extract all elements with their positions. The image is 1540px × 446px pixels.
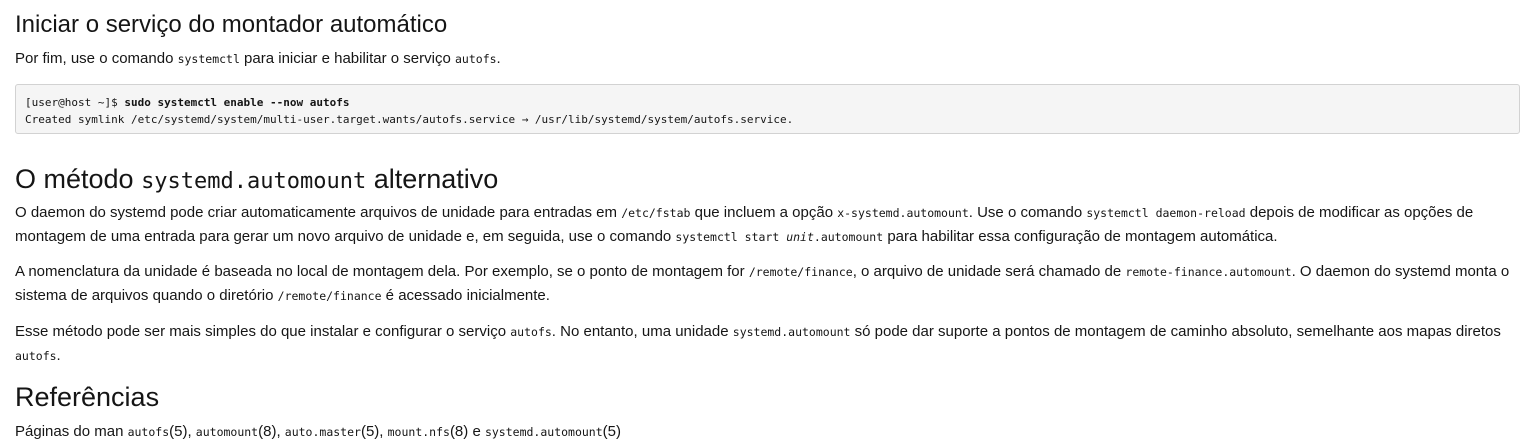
text-span: para habilitar essa configuração de mont… (883, 228, 1278, 245)
inline-code: x-systemd.automount (837, 206, 969, 220)
text-span: só pode dar suporte a pontos de montagem… (850, 323, 1501, 340)
man-page-ref: systemd.automount (484, 425, 603, 439)
inline-code: systemctl start unit.automount (675, 230, 883, 244)
text-span: . No entanto, uma unidade (551, 323, 733, 340)
text-span: que incluem a opção (690, 204, 838, 221)
inline-code: autofs (15, 349, 57, 363)
man-page-ref: auto.master (284, 425, 361, 439)
text-span: (8) e (449, 423, 485, 440)
text-span: (8), (258, 423, 285, 440)
simpler-method-paragraph: Esse método pode ser mais simples do que… (15, 320, 1530, 368)
section-heading-systemd-automount: O método systemd.automount alternativo (15, 163, 498, 198)
inline-code: autofs (510, 325, 552, 339)
section-heading-references: Referências (15, 382, 160, 412)
heading-text: alternativo (366, 164, 499, 194)
shell-prompt: [user@host ~]$ (25, 96, 125, 109)
code-replaceable: unit (786, 230, 814, 244)
man-page-ref: autofs (127, 425, 170, 439)
inline-code: systemctl (177, 52, 240, 66)
text-span: O daemon do systemd pode criar automatic… (15, 204, 622, 221)
text-span: Páginas do man (15, 423, 128, 440)
heading-text: O método (15, 164, 142, 194)
code-output-line: Created symlink /etc/systemd/system/mult… (25, 113, 794, 126)
inline-code: systemd.automount (732, 325, 851, 339)
text-span: (5), (169, 423, 196, 440)
text-span: , o arquivo de unidade será chamado de (852, 263, 1126, 280)
inline-code: /remote/finance (277, 289, 382, 303)
code-part: systemctl start (675, 230, 787, 244)
text-span: (5), (360, 423, 388, 440)
man-page-ref: automount (195, 425, 259, 439)
inline-code: /remote/finance (748, 265, 853, 279)
man-pages-paragraph: Páginas do man autofs(5), automount(8), … (15, 420, 1530, 444)
section-heading-start-service: Iniciar o serviço do montador automático (15, 11, 448, 38)
inline-code: remote-finance.automount (1125, 265, 1292, 279)
text-span: Por fim, use o comando (15, 50, 178, 67)
inline-code: systemctl daemon-reload (1086, 206, 1246, 220)
shell-command: sudo systemctl enable --now autofs (124, 96, 350, 109)
text-span: A nomenclatura da unidade é baseada no l… (15, 263, 749, 280)
intro-paragraph: Por fim, use o comando systemctl para in… (15, 47, 1530, 71)
text-span: para iniciar e habilitar o serviço (239, 50, 455, 67)
naming-paragraph: A nomenclatura da unidade é baseada no l… (15, 260, 1530, 308)
text-span: (5) (602, 423, 621, 440)
terminal-code-block[interactable]: [user@host ~]$ sudo systemctl enable --n… (15, 84, 1520, 134)
code-command-line: [user@host ~]$ sudo systemctl enable --n… (25, 94, 1510, 111)
text-span: é acessado inicialmente. (381, 287, 550, 304)
text-span: Esse método pode ser mais simples do que… (15, 323, 511, 340)
inline-code: autofs (455, 52, 497, 66)
inline-code: /etc/fstab (621, 206, 691, 220)
text-span: . (496, 50, 501, 67)
man-page-ref: mount.nfs (387, 425, 450, 439)
text-span: . (56, 347, 61, 364)
heading-code: systemd.automount (141, 169, 367, 194)
code-part: .automount (813, 230, 884, 244)
daemon-paragraph: O daemon do systemd pode criar automatic… (15, 201, 1530, 249)
text-span: . Use o comando (968, 204, 1087, 221)
